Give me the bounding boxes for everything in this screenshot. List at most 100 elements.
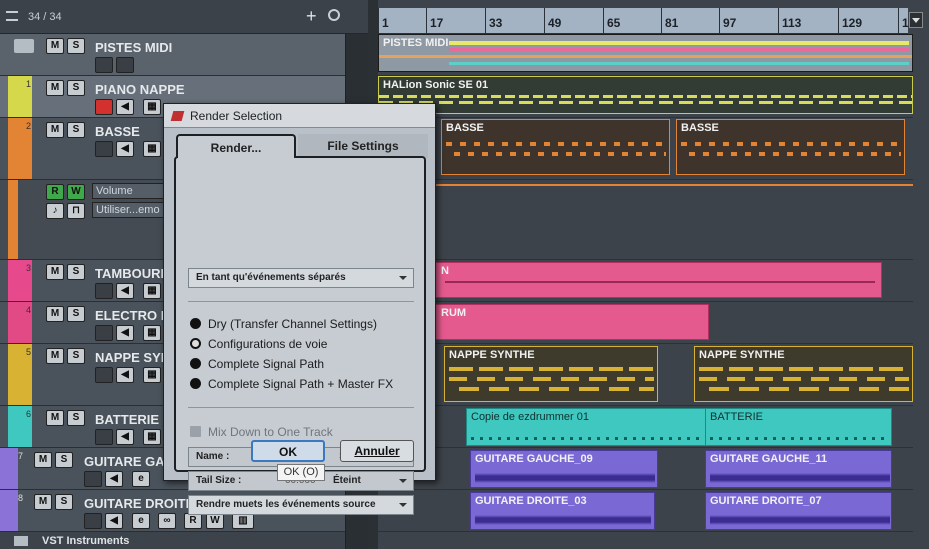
search-icon[interactable] [328,9,340,21]
list-icon[interactable] [6,11,18,21]
record-button[interactable] [84,471,102,487]
edit-button[interactable]: e [132,471,150,487]
record-button[interactable] [84,513,102,529]
solo-button[interactable]: S [67,264,85,280]
record-button[interactable] [95,141,113,157]
render-mode-select[interactable]: En tant qu'événements séparés [188,268,414,288]
monitor-button[interactable]: ◀ [116,367,134,383]
read-button[interactable]: R [184,513,202,529]
record-button[interactable] [95,429,113,445]
solo-button[interactable]: S [55,494,73,510]
mute-button[interactable]: M [46,410,64,426]
edit-button[interactable]: ▦ [143,429,161,445]
lane-electro-drum[interactable]: RUM [378,302,913,344]
tab-render[interactable]: Render... [176,134,296,158]
monitor-button[interactable] [116,57,134,73]
edit-button[interactable]: ▦ [143,283,161,299]
monitor-button[interactable]: ◀ [116,283,134,299]
edit-button[interactable]: ▦ [143,325,161,341]
track-pistes-midi[interactable]: M S PISTES MIDI [0,34,345,76]
record-button[interactable] [95,283,113,299]
monitor-button[interactable]: ◀ [116,429,134,445]
record-button[interactable] [95,57,113,73]
folder-part[interactable]: PISTES MIDI [378,34,913,72]
mute-button[interactable]: M [46,306,64,322]
solo-button[interactable]: S [67,306,85,322]
timeline-ruler[interactable]: 1 17 33 49 65 81 97 113 129 1 [378,8,909,34]
solo-button[interactable]: S [67,80,85,96]
audio-part-gd-07[interactable]: GUITARE DROITE_07 [705,492,892,530]
mute-button[interactable]: M [34,452,52,468]
midi-part-nappe-2[interactable]: NAPPE SYNTHE [694,346,913,402]
midi-part-batterie-1[interactable]: Copie de ezdrummer 01 [466,408,706,446]
solo-button[interactable]: S [67,122,85,138]
mute-button[interactable]: M [34,494,52,510]
midi-part-nappe-1[interactable]: NAPPE SYNTHE [444,346,658,402]
audio-part-gg-09[interactable]: GUITARE GAUCHE_09 [470,450,658,488]
cancel-button[interactable]: Annuler [340,440,414,462]
solo-button[interactable]: S [67,348,85,364]
radio-configurations-de-voie[interactable]: Configurations de voie [190,337,327,351]
tab-file-settings[interactable]: File Settings [298,134,428,158]
lane-basse[interactable]: BASSE BASSE [378,118,913,180]
lock-icon[interactable]: ⊓ [67,203,85,219]
midi-part-tambourin[interactable]: N [378,262,882,298]
add-track-button[interactable]: + [306,6,317,27]
monitor-button[interactable]: ◀ [105,471,123,487]
edit-button[interactable]: ▦ [143,141,161,157]
dialog-titlebar[interactable]: Render Selection [164,104,435,128]
ok-button[interactable]: OK [251,440,325,462]
edit-button[interactable]: ▦ [143,367,161,383]
write-button[interactable]: W [206,513,224,529]
mute-button[interactable]: M [46,38,64,54]
audio-part-gg-11[interactable]: GUITARE GAUCHE_11 [705,450,892,488]
lane-pistes-midi[interactable]: PISTES MIDI [378,34,913,76]
folder-vst-instruments[interactable]: VST Instruments [0,532,345,549]
edit-button[interactable]: ▦ [143,99,161,115]
record-button[interactable] [95,325,113,341]
freeze-button[interactable]: ∞ [158,513,176,529]
arrangement-area[interactable]: 1 17 33 49 65 81 97 113 129 1 PISTES MIDI HALion … [368,0,929,549]
solo-button[interactable]: S [55,452,73,468]
lanes-button[interactable]: ▥ [232,513,254,529]
midi-part-halion[interactable]: HALion Sonic SE 01 [378,76,913,114]
mute-button[interactable]: M [46,348,64,364]
record-button[interactable] [95,99,113,115]
automation-mode-select[interactable]: Utiliser...emo [92,202,167,218]
midi-part-basse-1[interactable]: BASSE [441,119,670,175]
read-button[interactable]: R [46,184,64,200]
midi-part-batterie-2[interactable]: BATTERIE [705,408,892,446]
mute-automation-button[interactable]: ♪ [46,203,64,219]
radio-complete-master-fx[interactable]: Complete Signal Path + Master FX [190,377,393,391]
monitor-button[interactable]: ◀ [116,99,134,115]
edit-button[interactable]: e [132,513,150,529]
mixdown-checkbox[interactable]: Mix Down to One Track [190,425,333,439]
folder-icon[interactable] [14,39,34,53]
solo-button[interactable]: S [67,410,85,426]
midi-part-basse-2[interactable]: BASSE [676,119,905,175]
monitor-button[interactable]: ◀ [116,325,134,341]
ruler-menu-button[interactable] [909,12,923,28]
lane-automation[interactable] [378,180,913,260]
mute-button[interactable]: M [46,122,64,138]
monitor-button[interactable]: ◀ [116,141,134,157]
mute-button[interactable]: M [46,80,64,96]
audio-part-gd-03[interactable]: GUITARE DROITE_03 [470,492,655,530]
solo-button[interactable]: S [67,38,85,54]
record-button[interactable] [95,367,113,383]
lane-piano-nappe[interactable]: HALion Sonic SE 01 [378,76,913,118]
automation-param-select[interactable]: Volume [92,183,167,199]
lane-guitare-droite[interactable]: GUITARE DROITE_03 GUITARE DROITE_07 [378,490,913,532]
lane-guitare-gauche[interactable]: GUITARE GAUCHE_09 GUITARE GAUCHE_11 [378,448,913,490]
mute-button[interactable]: M [46,264,64,280]
mute-source-select[interactable]: Rendre muets les événements source [188,495,414,515]
dialog-title: Render Selection [190,109,283,123]
lane-batterie[interactable]: Copie de ezdrummer 01 BATTERIE [378,406,913,448]
lane-nappe-synthe[interactable]: NAPPE SYNTHE NAPPE SYNTHE [378,344,913,406]
lane-tambourin[interactable]: N [378,260,913,302]
radio-complete-signal-path[interactable]: Complete Signal Path [190,357,324,371]
write-button[interactable]: W [67,184,85,200]
radio-dry[interactable]: Dry (Transfer Channel Settings) [190,317,377,331]
note-strip [449,387,654,391]
monitor-button[interactable]: ◀ [105,513,123,529]
